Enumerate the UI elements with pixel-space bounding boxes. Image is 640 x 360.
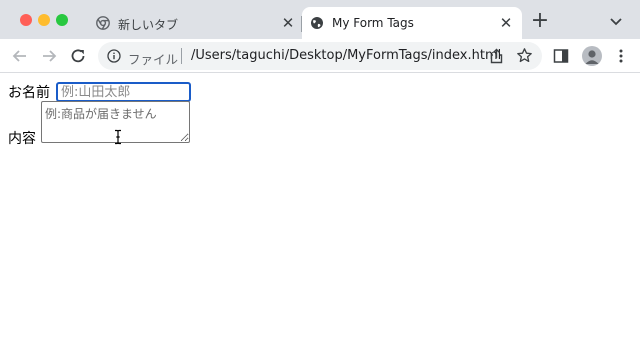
name-label: お名前 — [8, 85, 50, 101]
browser-toolbar: ファイル /Users/taguchi/Desktop/MyFormTags/i… — [0, 39, 640, 73]
tab-strip: 新しいタブ ✕ My Form Tags ✕ + — [0, 0, 640, 39]
tab-new-tab[interactable]: 新しいタブ ✕ — [88, 7, 302, 39]
avatar[interactable] — [582, 46, 602, 66]
more-menu-icon[interactable] — [613, 48, 629, 64]
divider — [181, 48, 182, 64]
window-minimize-button[interactable] — [38, 14, 50, 26]
globe-icon — [311, 17, 323, 29]
window-close-button[interactable] — [20, 14, 32, 26]
text-cursor-icon — [115, 129, 121, 145]
share-icon[interactable] — [489, 48, 504, 64]
side-panel-icon[interactable] — [553, 48, 569, 64]
security-label: ファイル — [128, 52, 179, 67]
profile-icon — [585, 50, 599, 64]
address-bar[interactable]: ファイル /Users/taguchi/Desktop/MyFormTags/i… — [98, 42, 542, 70]
page-content: お名前 内容 — [0, 73, 640, 360]
chrome-icon — [96, 16, 110, 30]
name-input[interactable] — [56, 82, 191, 102]
new-tab-button[interactable]: + — [529, 10, 551, 32]
info-icon[interactable] — [107, 49, 121, 63]
reload-icon[interactable] — [67, 45, 89, 67]
content-label: 内容 — [8, 131, 36, 147]
back-arrow-icon[interactable] — [9, 45, 31, 67]
close-icon[interactable]: ✕ — [496, 13, 516, 33]
bookmark-star-icon[interactable] — [516, 47, 533, 64]
tab-title: My Form Tags — [332, 16, 414, 30]
url-text[interactable]: /Users/taguchi/Desktop/MyFormTags/index.… — [191, 48, 501, 63]
tab-title: 新しいタブ — [118, 18, 179, 32]
forward-arrow-icon[interactable] — [38, 45, 60, 67]
chevron-down-icon[interactable] — [606, 12, 626, 30]
tab-my-form-tags[interactable]: My Form Tags ✕ — [302, 7, 522, 39]
close-icon[interactable]: ✕ — [278, 13, 298, 33]
window-maximize-button[interactable] — [56, 14, 68, 26]
